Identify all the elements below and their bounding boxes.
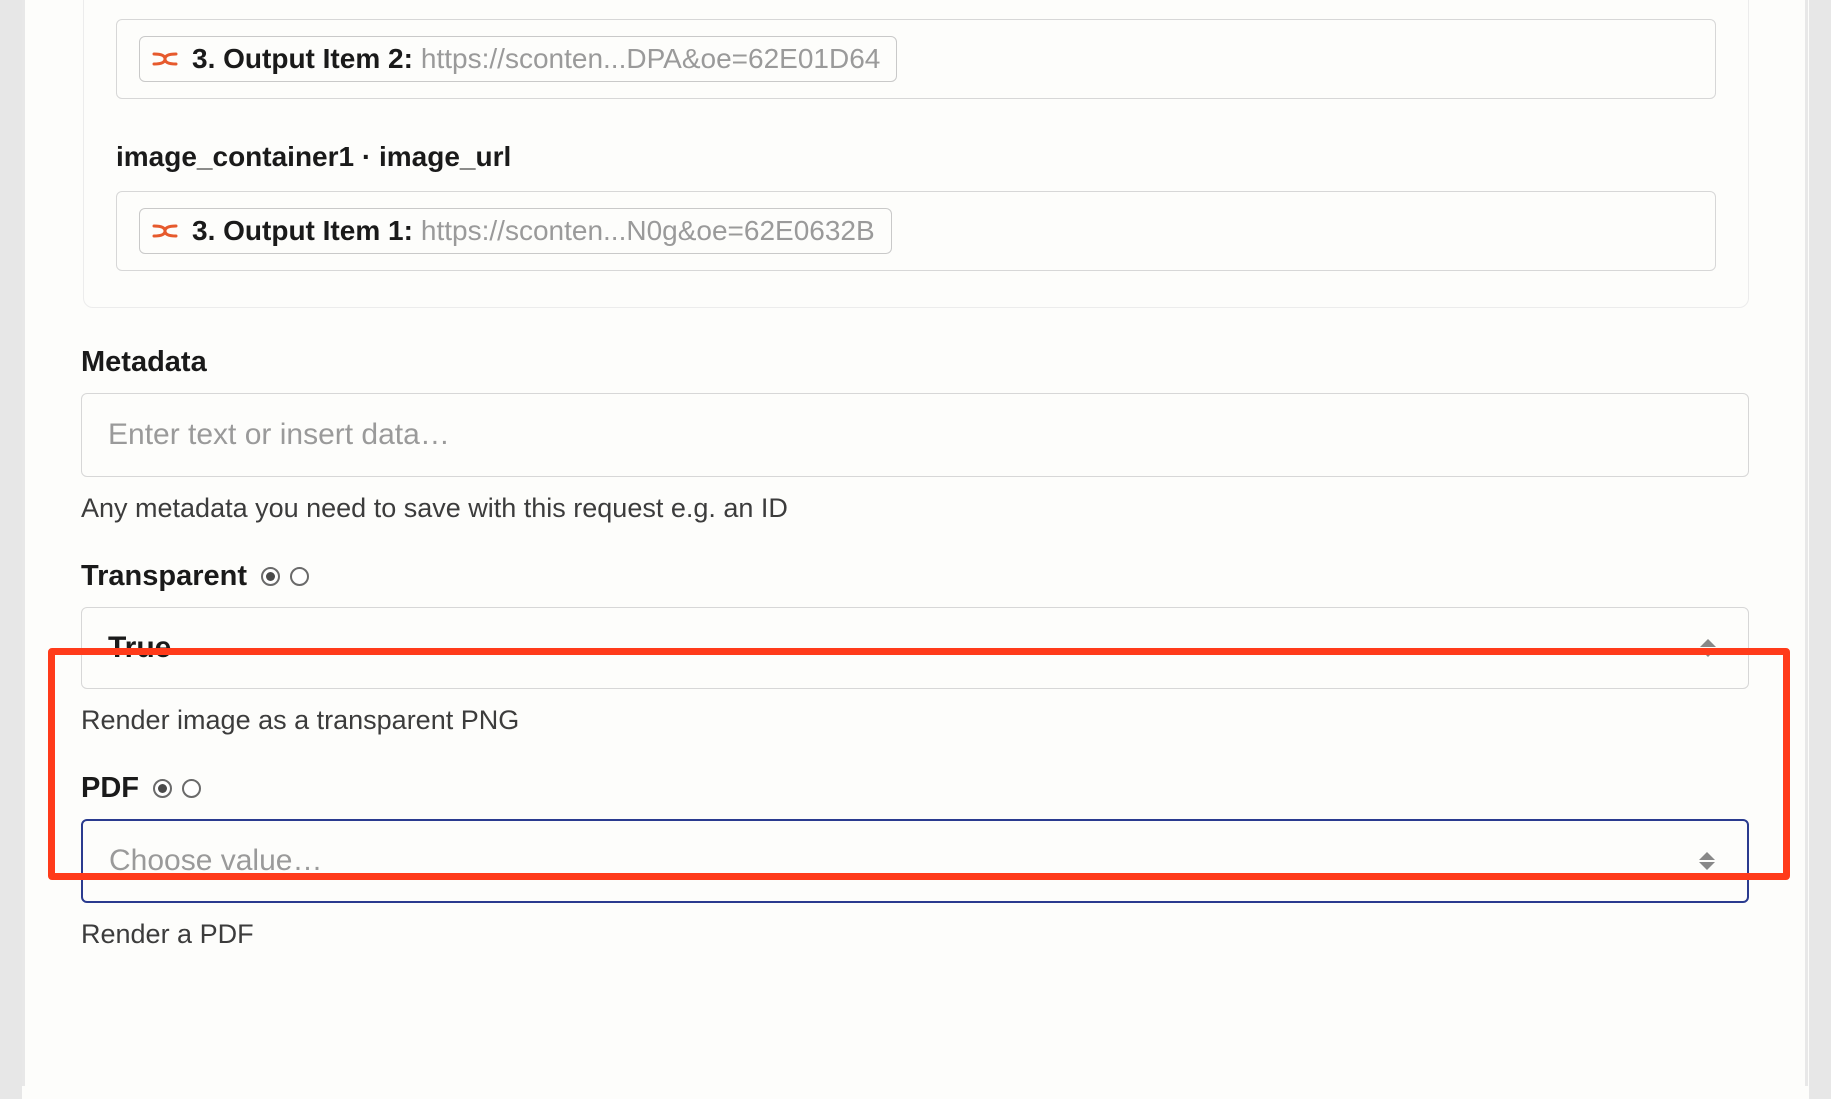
- metadata-title: Metadata: [81, 346, 1749, 379]
- transparent-select[interactable]: True: [81, 607, 1749, 689]
- image-containers-group: image_container2 · image_url 3. Output I…: [83, 0, 1749, 308]
- output-item-1-pill[interactable]: 3. Output Item 1: https://sconten...N0g&…: [139, 208, 892, 254]
- pill-value: https://sconten...DPA&oe=62E01D64: [421, 43, 880, 75]
- pdf-radio-group[interactable]: [153, 779, 201, 798]
- image-container1-label: image_container1 · image_url: [116, 141, 1716, 173]
- pdf-helper: Render a PDF: [81, 919, 1749, 950]
- transparent-radio-on[interactable]: [261, 567, 280, 586]
- image-container2-field: image_container2 · image_url 3. Output I…: [116, 0, 1716, 99]
- pdf-radio-on[interactable]: [153, 779, 172, 798]
- pill-prefix: 3. Output Item 1:: [192, 215, 413, 247]
- transparent-title: Transparent: [81, 560, 247, 593]
- pill-value: https://sconten...N0g&oe=62E0632B: [421, 215, 875, 247]
- transparent-section: Transparent True Render image as a trans…: [81, 560, 1749, 736]
- transparent-helper: Render image as a transparent PNG: [81, 705, 1749, 736]
- mapping-icon: [152, 220, 178, 242]
- form-panel: image_container2 · image_url 3. Output I…: [22, 0, 1808, 1086]
- pdf-radio-off[interactable]: [182, 779, 201, 798]
- transparent-value: True: [108, 631, 171, 665]
- chevron-updown-icon: [1694, 630, 1722, 666]
- metadata-section: Metadata Enter text or insert data… Any …: [81, 346, 1749, 524]
- transparent-radio-off[interactable]: [290, 567, 309, 586]
- pdf-title: PDF: [81, 772, 139, 805]
- transparent-radio-group[interactable]: [261, 567, 309, 586]
- image-container1-field: image_container1 · image_url 3. Output I…: [116, 141, 1716, 271]
- output-item-2-pill[interactable]: 3. Output Item 2: https://sconten...DPA&…: [139, 36, 897, 82]
- metadata-input[interactable]: Enter text or insert data…: [81, 393, 1749, 477]
- image-container2-input[interactable]: 3. Output Item 2: https://sconten...DPA&…: [116, 19, 1716, 99]
- metadata-helper: Any metadata you need to save with this …: [81, 493, 1749, 524]
- chevron-updown-icon: [1693, 843, 1721, 879]
- mapping-icon: [152, 48, 178, 70]
- pdf-section: PDF Choose value… Render a PDF: [81, 772, 1749, 950]
- pill-prefix: 3. Output Item 2:: [192, 43, 413, 75]
- image-container2-label: image_container2 · image_url: [116, 0, 1716, 1]
- pdf-placeholder: Choose value…: [109, 844, 322, 878]
- pdf-select[interactable]: Choose value…: [81, 819, 1749, 903]
- image-container1-input[interactable]: 3. Output Item 1: https://sconten...N0g&…: [116, 191, 1716, 271]
